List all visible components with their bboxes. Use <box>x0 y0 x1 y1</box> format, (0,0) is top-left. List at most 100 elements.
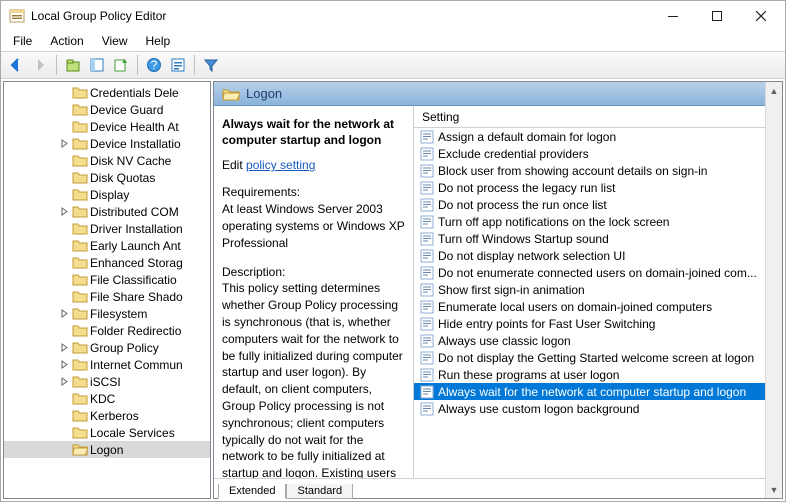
folder-icon <box>72 290 88 304</box>
tree-item[interactable]: Disk NV Cache <box>4 152 210 169</box>
tree-item-label: Device Guard <box>90 103 163 117</box>
tree-item[interactable]: iSCSI <box>4 373 210 390</box>
tree-item[interactable]: Filesystem <box>4 305 210 322</box>
settings-list-pane: Setting Assign a default domain for logo… <box>414 106 782 478</box>
tree-item[interactable]: Driver Installation <box>4 220 210 237</box>
setting-item[interactable]: Always use classic logon <box>414 332 782 349</box>
tree-item[interactable]: Device Health At <box>4 118 210 135</box>
up-button[interactable] <box>62 54 84 76</box>
tree-item[interactable]: Early Launch Ant <box>4 237 210 254</box>
tree-item-label: Enhanced Storag <box>90 256 183 270</box>
setting-icon <box>420 334 434 348</box>
filter-button[interactable] <box>200 54 222 76</box>
setting-item[interactable]: Run these programs at user logon <box>414 366 782 383</box>
setting-label: Turn off Windows Startup sound <box>438 232 609 246</box>
tree-item[interactable]: Internet Commun <box>4 356 210 373</box>
setting-label: Exclude credential providers <box>438 147 589 161</box>
setting-item[interactable]: Hide entry points for Fast User Switchin… <box>414 315 782 332</box>
setting-item[interactable]: Exclude credential providers <box>414 145 782 162</box>
tree-item[interactable]: Group Policy <box>4 339 210 356</box>
tree-item[interactable]: Display <box>4 186 210 203</box>
back-button[interactable] <box>5 54 27 76</box>
tree-item[interactable]: KDC <box>4 390 210 407</box>
settings-column-label: Setting <box>422 110 459 124</box>
description-pane: Always wait for the network at computer … <box>214 106 414 478</box>
expand-icon[interactable] <box>58 377 70 386</box>
tree-pane[interactable]: Credentials Dele Device GuardDevice Healt… <box>3 81 211 499</box>
help-button[interactable]: ? <box>143 54 165 76</box>
setting-item[interactable]: Assign a default domain for logon <box>414 128 782 145</box>
setting-item[interactable]: Do not enumerate connected users on doma… <box>414 264 782 281</box>
setting-item[interactable]: Enumerate local users on domain-joined c… <box>414 298 782 315</box>
forward-button[interactable] <box>29 54 51 76</box>
setting-item[interactable]: Do not process the legacy run list <box>414 179 782 196</box>
setting-item[interactable]: Do not display the Getting Started welco… <box>414 349 782 366</box>
tree-item-label: Display <box>90 188 129 202</box>
setting-icon <box>420 317 434 331</box>
setting-item[interactable]: Block user from showing account details … <box>414 162 782 179</box>
tree-item-label: Credentials Dele <box>90 86 179 100</box>
setting-item[interactable]: Do not display network selection UI <box>414 247 782 264</box>
expand-icon[interactable] <box>58 360 70 369</box>
settings-column-header[interactable]: Setting <box>414 106 782 128</box>
tab-extended[interactable]: Extended <box>218 484 286 499</box>
folder-open-icon <box>72 443 88 457</box>
vertical-scrollbar[interactable]: ▲ ▼ <box>765 106 782 478</box>
setting-item[interactable]: Always use custom logon background <box>414 400 782 417</box>
folder-open-icon <box>222 87 240 101</box>
menu-action[interactable]: Action <box>42 32 91 50</box>
tree-item[interactable]: File Classificatio <box>4 271 210 288</box>
folder-icon <box>72 256 88 270</box>
expand-icon[interactable] <box>58 207 70 216</box>
maximize-button[interactable] <box>695 2 739 30</box>
settings-list[interactable]: Assign a default domain for logon Exclude… <box>414 128 782 478</box>
expand-icon[interactable] <box>58 343 70 352</box>
folder-icon <box>72 137 88 151</box>
tree-item[interactable]: Device Guard <box>4 101 210 118</box>
folder-icon <box>72 86 88 100</box>
svg-text:?: ? <box>151 58 158 72</box>
tree-item[interactable]: Enhanced Storag <box>4 254 210 271</box>
setting-item[interactable]: Do not process the run once list <box>414 196 782 213</box>
setting-item[interactable]: Turn off Windows Startup sound <box>414 230 782 247</box>
tree-item-label: Disk NV Cache <box>90 154 171 168</box>
toolbar-separator <box>137 55 138 75</box>
expand-icon[interactable] <box>58 309 70 318</box>
setting-label: Always wait for the network at computer … <box>438 385 746 399</box>
menu-help[interactable]: Help <box>138 32 179 50</box>
setting-item[interactable]: Turn off app notifications on the lock s… <box>414 213 782 230</box>
folder-icon <box>72 409 88 423</box>
tree-item[interactable]: Device Installatio <box>4 135 210 152</box>
tree-item[interactable]: Credentials Dele <box>4 84 210 101</box>
menu-file[interactable]: File <box>5 32 40 50</box>
tree-item[interactable]: Distributed COM <box>4 203 210 220</box>
setting-label: Do not display network selection UI <box>438 249 625 263</box>
setting-label: Do not process the legacy run list <box>438 181 615 195</box>
setting-icon <box>420 232 434 246</box>
folder-icon <box>72 120 88 134</box>
edit-policy-link[interactable]: policy setting <box>246 158 315 172</box>
minimize-button[interactable] <box>651 2 695 30</box>
setting-label: Always use classic logon <box>438 334 571 348</box>
tree-item-label: Filesystem <box>90 307 147 321</box>
setting-label: Do not enumerate connected users on doma… <box>438 266 757 280</box>
setting-item[interactable]: Always wait for the network at computer … <box>414 383 782 400</box>
export-list-button[interactable] <box>110 54 132 76</box>
tab-standard[interactable]: Standard <box>286 484 353 499</box>
tree-item[interactable]: Logon <box>4 441 210 458</box>
close-button[interactable] <box>739 2 783 30</box>
tree-item-label: KDC <box>90 392 115 406</box>
setting-item[interactable]: Show first sign-in animation <box>414 281 782 298</box>
tree-item[interactable]: File Share Shado <box>4 288 210 305</box>
tree-item-label: Disk Quotas <box>90 171 155 185</box>
properties-button[interactable] <box>167 54 189 76</box>
tree-item[interactable]: Disk Quotas <box>4 169 210 186</box>
folder-icon <box>72 273 88 287</box>
folder-icon <box>72 205 88 219</box>
expand-icon[interactable] <box>58 139 70 148</box>
menu-view[interactable]: View <box>94 32 136 50</box>
tree-item[interactable]: Kerberos <box>4 407 210 424</box>
tree-item[interactable]: Locale Services <box>4 424 210 441</box>
tree-item[interactable]: Folder Redirectio <box>4 322 210 339</box>
show-hide-tree-button[interactable] <box>86 54 108 76</box>
